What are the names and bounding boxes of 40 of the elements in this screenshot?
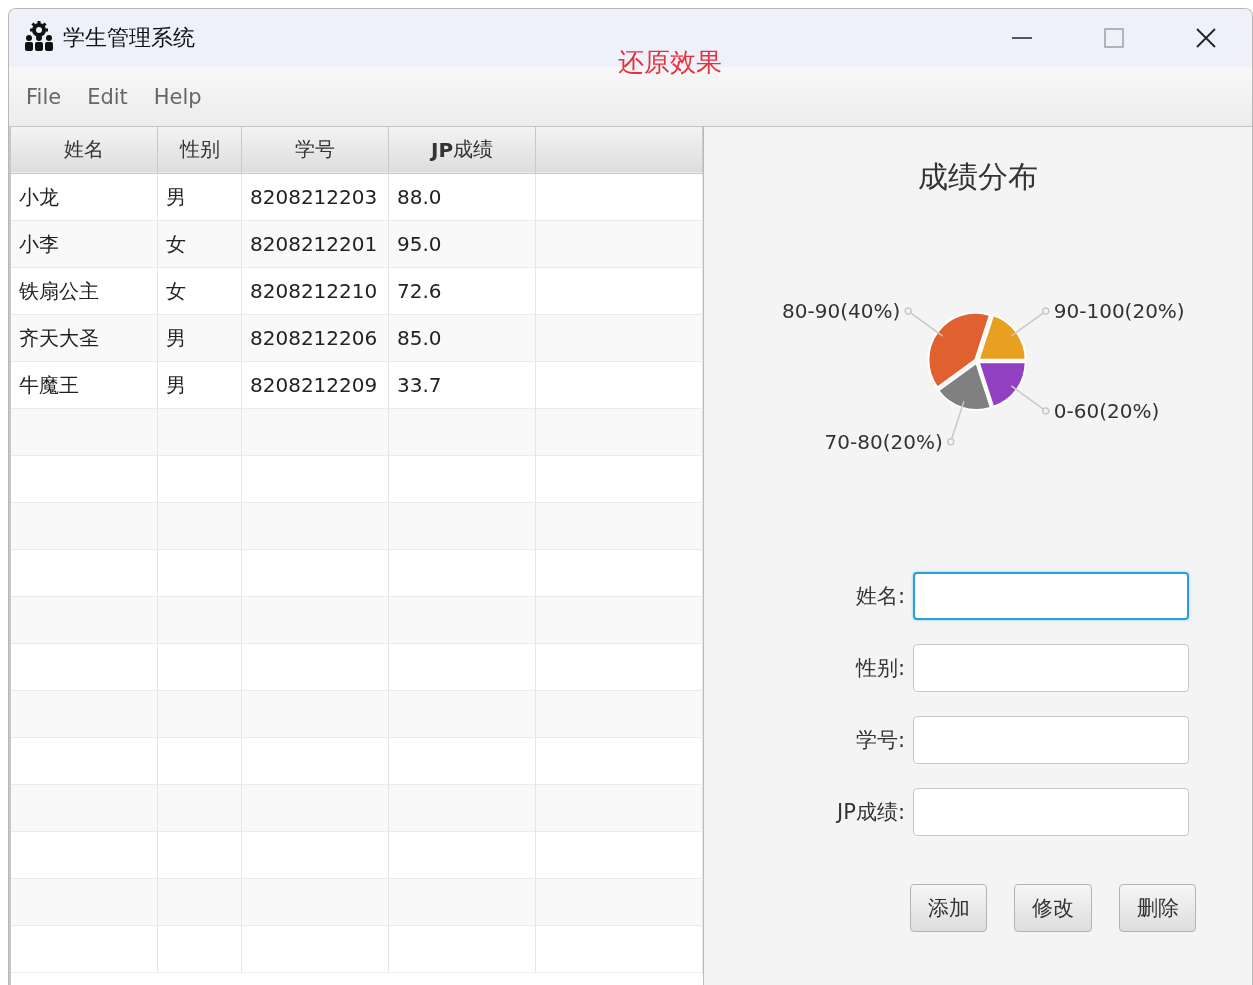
close-icon[interactable]: [1195, 27, 1217, 49]
column-header[interactable]: 姓名: [11, 127, 158, 173]
annotation-text: 还原效果: [618, 46, 722, 79]
table-cell: 8208212201: [242, 221, 389, 268]
field-label: 姓名:: [854, 583, 905, 610]
column-header[interactable]: JP成绩: [389, 127, 536, 173]
leader-line: [947, 400, 965, 446]
slice-label: 0-60(20%): [1053, 398, 1160, 423]
input-field[interactable]: [912, 788, 1189, 836]
column-header[interactable]: 性别: [158, 127, 242, 173]
field-label: JP成绩:: [837, 799, 905, 826]
table-cell: 女: [158, 221, 242, 268]
table-cell: 95.0: [389, 221, 536, 268]
action-button[interactable]: 删除: [1119, 884, 1196, 932]
action-button[interactable]: 添加: [910, 884, 987, 932]
menu-item[interactable]: Edit: [78, 80, 137, 113]
window-title: 学生管理系统: [63, 24, 195, 52]
table-cell: 8208212206: [242, 315, 389, 362]
slice-label: 80-90(40%): [782, 299, 901, 324]
menu-item[interactable]: Help: [144, 80, 211, 113]
input-field[interactable]: [912, 716, 1189, 764]
field-label: 性别:: [854, 655, 905, 682]
maximize-icon[interactable]: [1103, 27, 1125, 49]
table-cell: 齐天大圣: [11, 315, 158, 362]
table-cell: 男: [158, 315, 242, 362]
chart-title: 成绩分布: [918, 158, 1038, 196]
leader-line: [904, 307, 944, 337]
column-header[interactable]: [536, 127, 703, 173]
input-field[interactable]: [912, 644, 1189, 692]
field-label: 学号:: [854, 727, 905, 754]
table-cell: 小李: [11, 221, 158, 268]
input-field[interactable]: [912, 572, 1189, 620]
leader-line: [1010, 307, 1050, 337]
slice-label: 90-100(20%): [1053, 299, 1185, 324]
leader-line: [1010, 385, 1050, 415]
slice-label: 70-80(20%): [824, 429, 943, 454]
table-cell: 85.0: [389, 315, 536, 362]
menu-item[interactable]: File: [17, 80, 71, 113]
column-header[interactable]: 学号: [242, 127, 389, 173]
action-button[interactable]: 修改: [1014, 884, 1092, 932]
